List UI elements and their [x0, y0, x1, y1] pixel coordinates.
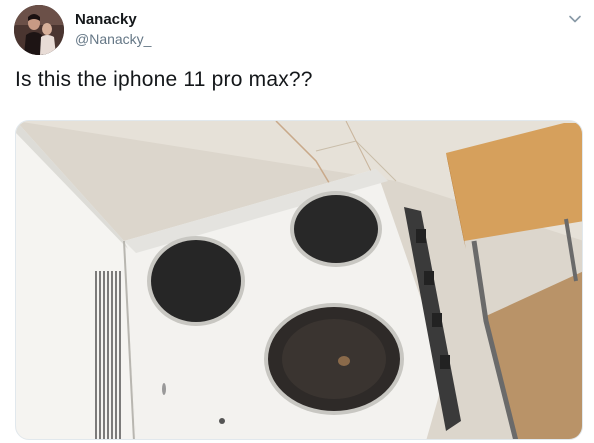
avatar-image: [14, 5, 64, 55]
avatar[interactable]: [14, 5, 64, 55]
user-handle[interactable]: @Nanacky_: [75, 31, 151, 47]
display-name[interactable]: Nanacky: [75, 11, 137, 28]
chevron-down-icon[interactable]: [566, 10, 584, 28]
stove-photo: [16, 121, 582, 439]
tweet-card: Nanacky @Nanacky_ Is this the iphone 11 …: [0, 0, 594, 443]
tweet-media-photo[interactable]: [15, 120, 583, 440]
tweet-text: Is this the iphone 11 pro max??: [15, 68, 313, 91]
